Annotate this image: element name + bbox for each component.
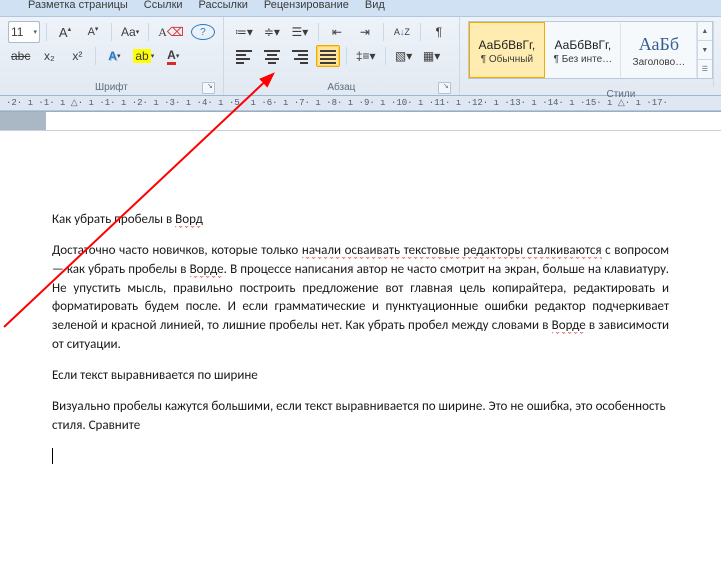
- subscript-button[interactable]: x₂: [37, 45, 61, 67]
- group-paragraph: ≔▾ ≑▾ ☰▾ ⇤ ⇥ A↓Z ¶ ‡≡▾ ▧▾ ▦▾: [224, 17, 460, 95]
- separator: [318, 23, 319, 41]
- style-normal[interactable]: АаБбВвГг, ¶ Обычный: [469, 22, 545, 78]
- shrink-font-button[interactable]: A▾: [81, 21, 105, 43]
- numbering-button[interactable]: ≑▾: [260, 21, 284, 43]
- strikethrough-button[interactable]: abc: [8, 45, 33, 67]
- tab-references[interactable]: Ссылки: [144, 0, 183, 14]
- styles-gallery: АаБбВвГг, ¶ Обычный АаБбВвГг, ¶ Без инте…: [468, 21, 713, 79]
- styles-gallery-scroll[interactable]: ▲ ▼ ☰: [697, 22, 712, 78]
- style-caption: Заголово…: [633, 57, 686, 68]
- grow-font-button[interactable]: A▴: [53, 21, 77, 43]
- align-left-button[interactable]: [232, 45, 256, 67]
- document-area: Как убрать пробелы в Ворд Достаточно час…: [0, 131, 721, 571]
- group-paragraph-label: Абзац: [327, 82, 355, 93]
- bullets-button[interactable]: ≔▾: [232, 21, 256, 43]
- style-caption: ¶ Без инте…: [554, 54, 613, 65]
- doc-paragraph-3: Визуально пробелы кажутся большими, если…: [52, 398, 669, 436]
- line-spacing-button[interactable]: ‡≡▾: [353, 45, 379, 67]
- style-preview: АаБбВвГг,: [555, 38, 612, 52]
- doc-paragraph-2: Если текст выравнивается по ширине: [52, 367, 669, 386]
- style-preview: АаБб: [639, 34, 679, 55]
- separator: [383, 23, 384, 41]
- tab-review[interactable]: Рецензирование: [264, 0, 349, 14]
- align-right-button[interactable]: [288, 45, 312, 67]
- increase-indent-button[interactable]: ⇥: [353, 21, 377, 43]
- shading-button[interactable]: ▧▾: [392, 45, 416, 67]
- multilevel-button[interactable]: ☰▾: [288, 21, 312, 43]
- tab-mailings[interactable]: Рассылки: [199, 0, 248, 14]
- doc-paragraph-1: Достаточно часто новичков, которые тольк…: [52, 242, 669, 355]
- separator: [420, 23, 421, 41]
- style-caption: ¶ Обычный: [481, 54, 533, 65]
- scroll-more-icon[interactable]: ☰: [698, 60, 712, 78]
- change-case-button[interactable]: Aa▾: [118, 21, 142, 43]
- superscript-button[interactable]: x²: [65, 45, 89, 67]
- font-color-button[interactable]: A▾: [161, 45, 185, 67]
- style-preview: АаБбВвГг,: [479, 38, 536, 52]
- borders-button[interactable]: ▦▾: [420, 45, 444, 67]
- group-styles: АаБбВвГг, ¶ Обычный АаБбВвГг, ¶ Без инте…: [460, 17, 721, 95]
- align-center-button[interactable]: [260, 45, 284, 67]
- separator: [385, 47, 386, 65]
- group-font-label: Шрифт: [95, 82, 128, 93]
- align-justify-button[interactable]: [316, 45, 340, 67]
- style-heading1[interactable]: АаБб Заголово…: [621, 22, 697, 78]
- paragraph-dialog-launcher[interactable]: ↘: [438, 82, 451, 94]
- font-size-combo[interactable]: 11 ▾: [8, 21, 40, 43]
- sort-button[interactable]: A↓Z: [390, 21, 414, 43]
- separator: [346, 47, 347, 65]
- ribbon-tabstrip: Разметка страницы Ссылки Рассылки Реценз…: [0, 0, 721, 17]
- clear-format-button[interactable]: A⌫: [155, 21, 187, 43]
- doc-empty-line: [52, 447, 669, 466]
- ribbon: 11 ▾ A▴ A▾ Aa▾ A⌫ ? abc x₂ x² A▾ ab▾ A▾: [0, 17, 721, 96]
- help-icon[interactable]: ?: [191, 24, 215, 40]
- show-marks-button[interactable]: ¶: [427, 21, 451, 43]
- separator: [46, 23, 47, 41]
- separator: [148, 23, 149, 41]
- caret-down-icon: ▾: [31, 28, 37, 36]
- page-top-edge: [0, 111, 721, 131]
- scroll-down-icon[interactable]: ▼: [698, 41, 712, 60]
- font-dialog-launcher[interactable]: ↘: [202, 82, 215, 94]
- font-size-value: 11: [11, 25, 23, 39]
- scroll-up-icon[interactable]: ▲: [698, 22, 712, 41]
- group-styles-label: Стили: [606, 89, 635, 100]
- text-effects-button[interactable]: A▾: [102, 45, 126, 67]
- doc-title: Как убрать пробелы в Ворд: [52, 211, 669, 230]
- group-font: 11 ▾ A▴ A▾ Aa▾ A⌫ ? abc x₂ x² A▾ ab▾ A▾: [0, 17, 224, 95]
- separator: [95, 47, 96, 65]
- tab-view[interactable]: Вид: [365, 0, 385, 14]
- decrease-indent-button[interactable]: ⇤: [325, 21, 349, 43]
- separator: [111, 23, 112, 41]
- change-styles-button[interactable]: A Изменить стили ▾: [713, 21, 721, 87]
- page[interactable]: Как убрать пробелы в Ворд Достаточно час…: [0, 131, 721, 571]
- highlight-color-button[interactable]: ab▾: [130, 45, 157, 67]
- style-no-spacing[interactable]: АаБбВвГг, ¶ Без инте…: [545, 22, 621, 78]
- tab-page-layout[interactable]: Разметка страницы: [28, 0, 128, 14]
- text-cursor-icon: [52, 448, 53, 464]
